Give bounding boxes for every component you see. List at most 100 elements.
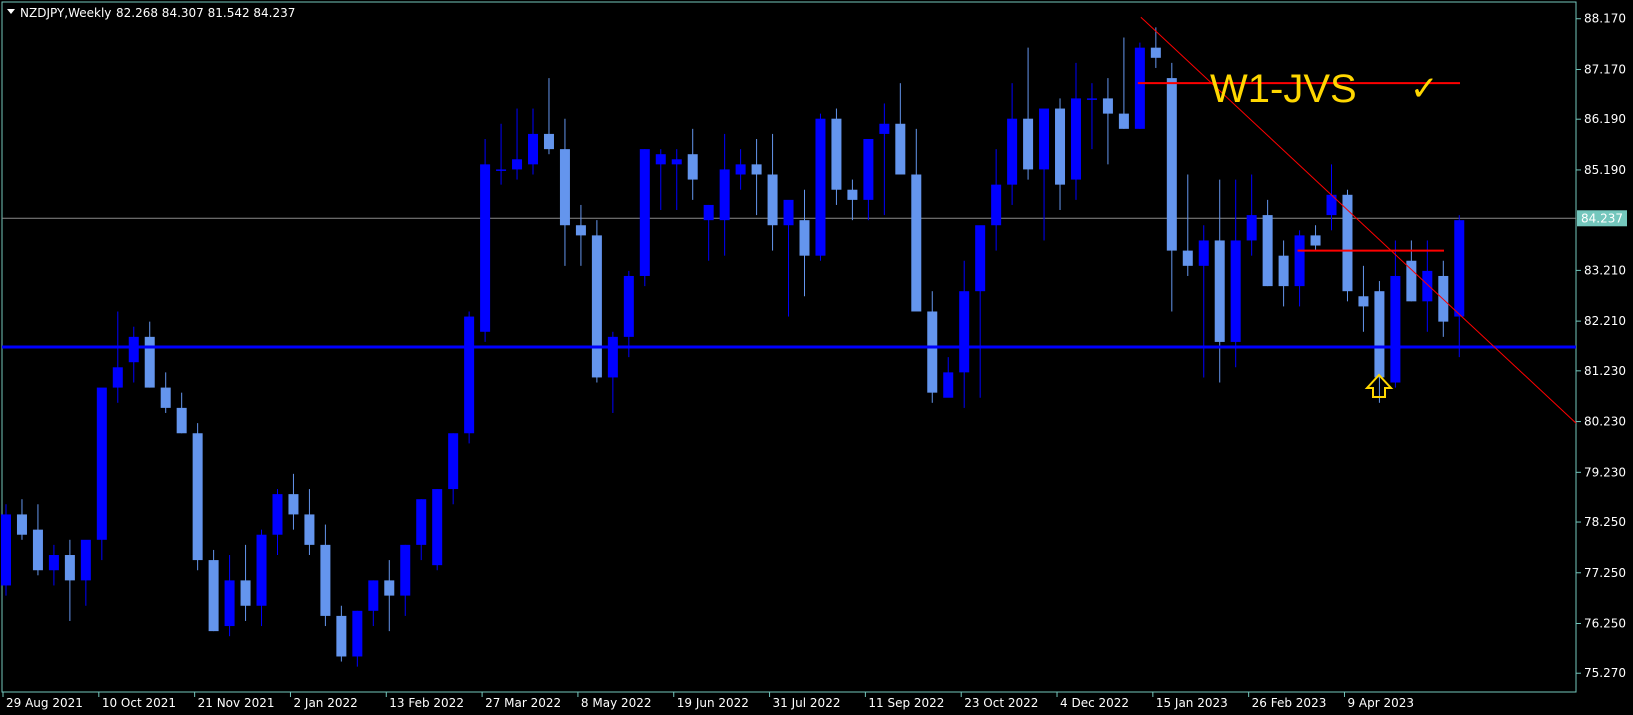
candle-body	[1166, 78, 1177, 251]
candle-body	[160, 387, 171, 408]
candle-body	[1278, 255, 1289, 287]
candle-body	[1150, 47, 1161, 58]
candle-body	[783, 199, 794, 226]
candle-body	[480, 164, 491, 332]
candle-body	[32, 529, 43, 571]
candle-body	[863, 138, 874, 200]
candle-body	[80, 539, 91, 581]
candle-body	[991, 184, 1002, 226]
chart-background	[0, 0, 1633, 715]
candle-body	[368, 580, 379, 611]
candle-body	[464, 316, 475, 434]
candle-body	[192, 433, 203, 561]
candle-body	[304, 514, 315, 545]
candle-body	[1039, 108, 1050, 170]
candle-body	[1342, 194, 1353, 292]
candle-body	[1134, 47, 1145, 129]
candle-body	[719, 169, 730, 221]
candle-body	[1374, 291, 1385, 378]
candle-body	[1086, 98, 1097, 100]
candle-body	[288, 494, 299, 515]
time-tick-label: 4 Dec 2022	[1060, 696, 1129, 710]
candle-body	[655, 154, 666, 165]
candle-body	[1294, 235, 1305, 287]
candle-body	[687, 154, 698, 180]
candle-body	[1310, 235, 1321, 246]
candle-body	[1118, 113, 1129, 129]
price-tick-label: 77.250	[1584, 566, 1626, 580]
time-tick-label: 29 Aug 2021	[6, 696, 83, 710]
candle-body	[831, 118, 842, 190]
candle-body	[1070, 98, 1081, 180]
time-tick-label: 31 Jul 2022	[773, 696, 841, 710]
time-tick-label: 27 Mar 2022	[485, 696, 561, 710]
candle-body	[64, 555, 75, 581]
chart-canvas: 88.170 87.170 86.190 85.190 83.210 82.210 81.2…	[0, 0, 1633, 715]
price-tick-label: 85.190	[1584, 163, 1626, 177]
time-tick-label: 26 Feb 2023	[1252, 696, 1327, 710]
candle-body	[815, 118, 826, 256]
time-tick-label: 23 Oct 2022	[964, 696, 1038, 710]
candle-body	[735, 164, 746, 175]
time-tick-label: 15 Jan 2023	[1156, 696, 1228, 710]
candle-body	[607, 336, 618, 378]
candle-body	[1262, 215, 1273, 287]
candle-body	[767, 174, 778, 226]
candle-body	[799, 220, 810, 256]
candle-body	[432, 489, 443, 566]
candle-body	[128, 336, 139, 363]
time-tick-label: 9 Apr 2023	[1347, 696, 1414, 710]
price-tick-label: 81.230	[1584, 364, 1626, 378]
price-tick-label: 83.210	[1584, 263, 1626, 277]
candle-body	[1390, 275, 1401, 383]
candle-body	[1198, 240, 1209, 266]
candle-body	[895, 123, 906, 175]
price-tick-label: 86.190	[1584, 112, 1626, 126]
candle-body	[879, 123, 890, 134]
candle-body	[336, 615, 347, 657]
candle-body	[959, 291, 970, 373]
candle-body	[1182, 250, 1193, 266]
candle-body	[144, 336, 155, 388]
candle-body	[240, 580, 251, 606]
candle-body	[496, 169, 507, 171]
candle-body	[224, 580, 235, 627]
candle-body	[1454, 220, 1465, 317]
candle-body	[671, 159, 682, 165]
candle-body	[943, 372, 954, 398]
candle-body	[176, 407, 187, 434]
annotation-title: W1-JVS	[1210, 67, 1357, 111]
candle-body	[1102, 98, 1113, 114]
candle-body	[448, 433, 459, 490]
candle-body	[112, 367, 123, 388]
candle-body	[1055, 108, 1066, 185]
candle-body	[256, 534, 267, 606]
time-tick-label: 2 Jan 2022	[293, 696, 357, 710]
price-tick-label: 76.250	[1584, 617, 1626, 631]
check-mark-icon: ✓	[1410, 69, 1439, 109]
time-tick-label: 13 Feb 2022	[389, 696, 464, 710]
time-tick-label: 11 Sep 2022	[868, 696, 944, 710]
candle-body	[400, 544, 411, 596]
candle-body	[623, 275, 634, 337]
candle-body	[1422, 270, 1433, 302]
candle-body	[975, 225, 986, 292]
candle-body	[1, 514, 11, 586]
candle-body	[751, 164, 762, 175]
candle-body	[543, 133, 554, 150]
candle-body	[639, 149, 650, 276]
candle-body	[927, 311, 938, 393]
candle-body	[1007, 118, 1018, 185]
price-tick-label: 75.270	[1584, 666, 1626, 680]
candle-body	[272, 494, 283, 535]
price-tick-label: 88.170	[1584, 12, 1626, 26]
candle-body	[911, 174, 922, 312]
candle-body	[48, 555, 59, 571]
candle-body	[1358, 296, 1369, 307]
candle-body	[703, 204, 714, 221]
time-tick-label: 19 Jun 2022	[677, 696, 749, 710]
symbol-label: NZDJPY,Weekly	[20, 6, 111, 20]
price-tick-label: 82.210	[1584, 314, 1626, 328]
candle-body	[1023, 118, 1034, 170]
candle-body	[512, 159, 523, 170]
